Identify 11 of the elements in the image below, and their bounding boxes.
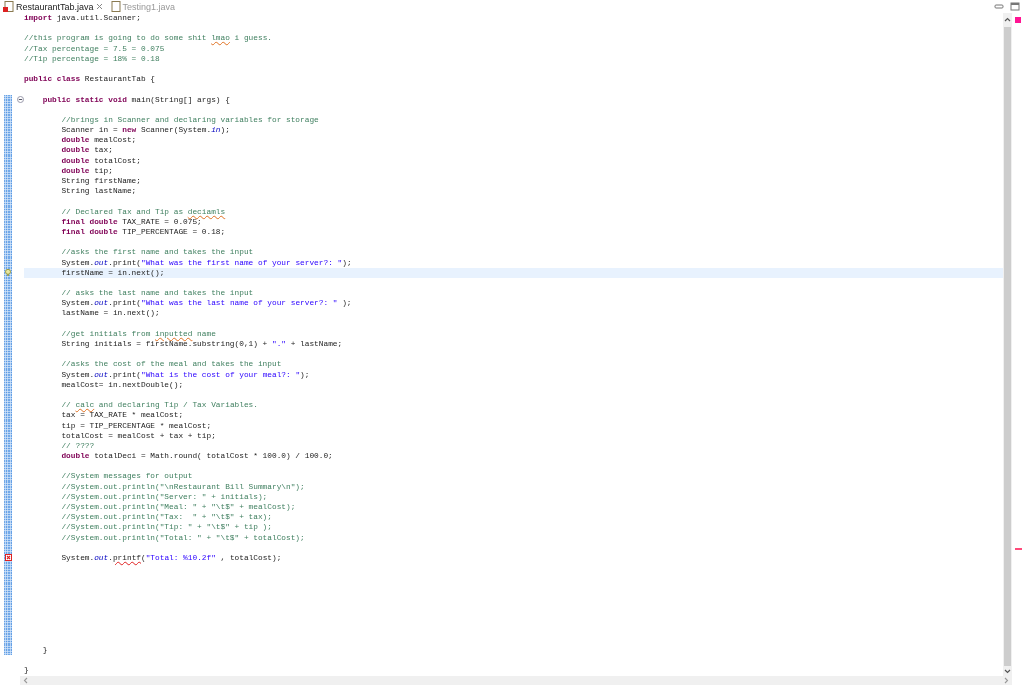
scroll-right-icon[interactable] bbox=[1004, 677, 1009, 684]
scrollbar-thumb[interactable] bbox=[1004, 27, 1011, 666]
minimize-icon[interactable] bbox=[994, 2, 1004, 11]
scroll-down-icon[interactable] bbox=[1004, 669, 1011, 674]
vertical-scrollbar[interactable] bbox=[1003, 13, 1012, 676]
maximize-icon[interactable] bbox=[1010, 2, 1020, 11]
close-icon[interactable] bbox=[95, 3, 103, 10]
scroll-left-icon[interactable] bbox=[23, 677, 28, 684]
horizontal-scrollbar[interactable] bbox=[20, 676, 1012, 685]
scroll-up-icon[interactable] bbox=[1004, 17, 1011, 22]
collapse-icon[interactable] bbox=[17, 95, 24, 103]
